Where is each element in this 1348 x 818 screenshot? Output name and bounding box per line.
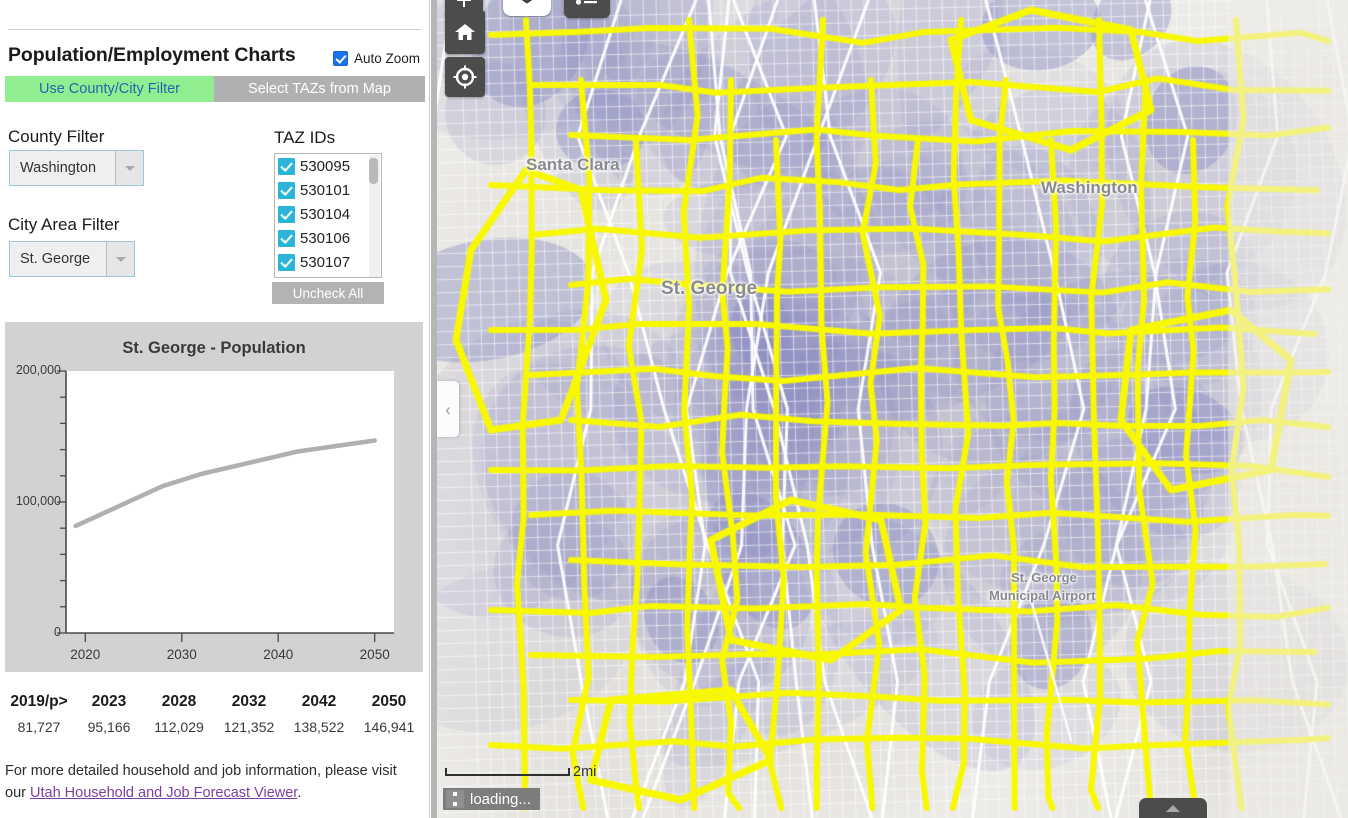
taz-checkbox[interactable] bbox=[278, 205, 295, 223]
map-view[interactable]: Santa Clara St. George Washington St. Georg… bbox=[431, 0, 1348, 818]
chevron-left-icon: ‹ bbox=[445, 399, 451, 419]
table-cell: 81,727 bbox=[17, 719, 61, 735]
table-header: 2050 bbox=[371, 693, 407, 710]
locate-icon bbox=[453, 65, 477, 89]
charts-side-panel: Population/Employment Charts Auto Zoom U… bbox=[0, 0, 430, 818]
application-root: Population/Employment Charts Auto Zoom U… bbox=[0, 0, 1348, 818]
taz-id-label: 530107 bbox=[300, 253, 351, 271]
panel-divider bbox=[8, 29, 421, 30]
page-title: Population/Employment Charts bbox=[8, 44, 296, 66]
table-column: 2050 146,941 bbox=[354, 693, 424, 735]
layers-icon bbox=[521, 0, 533, 4]
taz-id-label: 530101 bbox=[300, 181, 351, 199]
population-chart: St. George - Population 0 100,000 200,000 … bbox=[5, 322, 423, 672]
scale-bar-label: 2mi bbox=[573, 764, 597, 780]
table-column: 2028 112,029 bbox=[144, 693, 214, 735]
table-cell: 95,166 bbox=[87, 719, 131, 735]
table-column: 2023 95,166 bbox=[74, 693, 144, 735]
chart-y-tick: 200,000 bbox=[15, 363, 61, 377]
bottom-panel-toggle[interactable] bbox=[1139, 798, 1207, 818]
chevron-up-icon bbox=[1166, 805, 1180, 812]
table-column: 2042 138,522 bbox=[284, 693, 354, 735]
collapse-panel-button[interactable]: ‹ bbox=[437, 381, 459, 437]
filter-mode-tabs: Use County/City Filter Select TAZs from … bbox=[5, 76, 425, 102]
county-filter-label: County Filter bbox=[8, 127, 105, 146]
taz-id-label: 530106 bbox=[300, 229, 351, 247]
county-filter-value: Washington bbox=[10, 151, 116, 185]
footnote-period: . bbox=[297, 785, 302, 801]
legend-button[interactable] bbox=[564, 0, 610, 18]
table-cell: 121,352 bbox=[223, 719, 275, 735]
taz-ids-label: TAZ IDs bbox=[274, 128, 336, 147]
chart-x-tick: 2030 bbox=[166, 647, 197, 662]
table-column: 2032 121,352 bbox=[214, 693, 284, 735]
legend-icon bbox=[575, 0, 597, 5]
home-icon bbox=[455, 24, 475, 40]
scale-bar-line bbox=[445, 768, 570, 776]
table-header: 2042 bbox=[301, 693, 337, 710]
taz-list-scroll-thumb[interactable] bbox=[369, 158, 378, 184]
taz-checkbox[interactable] bbox=[278, 278, 295, 279]
chevron-down-icon[interactable] bbox=[107, 242, 134, 276]
taz-list-scrollbar[interactable] bbox=[369, 155, 380, 277]
tab-use-county-city-filter[interactable]: Use County/City Filter bbox=[5, 76, 214, 102]
chart-plot-area bbox=[66, 371, 394, 633]
city-area-filter-value: St. George bbox=[10, 242, 107, 276]
county-filter-select[interactable]: Washington bbox=[9, 150, 144, 186]
auto-zoom-checkbox[interactable] bbox=[333, 51, 348, 66]
basemap-layers-button[interactable] bbox=[503, 0, 551, 16]
taz-checkbox[interactable] bbox=[278, 229, 295, 247]
scale-bar: 2mi bbox=[445, 764, 596, 780]
taz-id-label: 530104 bbox=[300, 205, 351, 223]
forecast-data-table: 2019/p> 81,727 2023 95,166 2028 112,029 … bbox=[4, 693, 424, 735]
table-header: 2028 bbox=[161, 693, 197, 710]
tab-select-tazs-from-map[interactable]: Select TAZs from Map bbox=[214, 76, 425, 102]
auto-zoom-label: Auto Zoom bbox=[354, 51, 421, 66]
chart-x-tick: 2020 bbox=[70, 647, 101, 662]
auto-zoom-toggle[interactable]: Auto Zoom bbox=[333, 51, 420, 66]
map-canvas[interactable] bbox=[431, 0, 1348, 818]
list-item[interactable]: 530101 bbox=[275, 178, 381, 202]
chart-y-tick: 100,000 bbox=[15, 494, 61, 508]
taz-checkbox[interactable] bbox=[278, 253, 295, 271]
plus-icon bbox=[457, 0, 471, 7]
city-area-filter-label: City Area Filter bbox=[8, 215, 120, 234]
table-header: 2023 bbox=[91, 693, 127, 710]
table-cell: 138,522 bbox=[293, 719, 345, 735]
forecast-viewer-link[interactable]: Utah Household and Job Forecast Viewer bbox=[30, 785, 297, 801]
chevron-down-icon[interactable] bbox=[116, 151, 143, 185]
home-button[interactable] bbox=[445, 10, 485, 54]
chart-x-tick: 2050 bbox=[359, 647, 390, 662]
table-cell: 146,941 bbox=[363, 719, 415, 735]
footnote: For more detailed household and job info… bbox=[5, 760, 417, 804]
list-item[interactable]: 530095 bbox=[275, 154, 381, 178]
table-cell: 112,029 bbox=[154, 719, 204, 735]
table-header: 2032 bbox=[231, 693, 267, 710]
list-item[interactable]: 530107 bbox=[275, 250, 381, 274]
uncheck-all-button[interactable]: Uncheck All bbox=[272, 282, 384, 304]
taz-id-label: 530095 bbox=[300, 157, 351, 175]
taz-checkbox[interactable] bbox=[278, 157, 295, 175]
loading-label: loading... bbox=[470, 790, 531, 808]
chart-title: St. George - Population bbox=[122, 339, 306, 357]
city-area-filter-select[interactable]: St. George bbox=[9, 241, 135, 277]
chart-line-svg bbox=[73, 438, 377, 529]
chart-y-tick: 0 bbox=[54, 625, 61, 639]
table-column: 2019/p> 81,727 bbox=[4, 693, 74, 735]
table-header: 2019/p> bbox=[10, 693, 68, 710]
spinner-icon bbox=[446, 790, 464, 808]
list-item-partial[interactable] bbox=[275, 274, 381, 279]
map-status-loading: loading... bbox=[443, 788, 540, 810]
taz-ids-list[interactable]: 530095 530101 530104 530106 530107 bbox=[274, 153, 382, 278]
list-item[interactable]: 530104 bbox=[275, 202, 381, 226]
list-item[interactable]: 530106 bbox=[275, 226, 381, 250]
taz-checkbox[interactable] bbox=[278, 181, 295, 199]
locate-button[interactable] bbox=[445, 57, 485, 97]
chart-x-tick: 2040 bbox=[263, 647, 294, 662]
